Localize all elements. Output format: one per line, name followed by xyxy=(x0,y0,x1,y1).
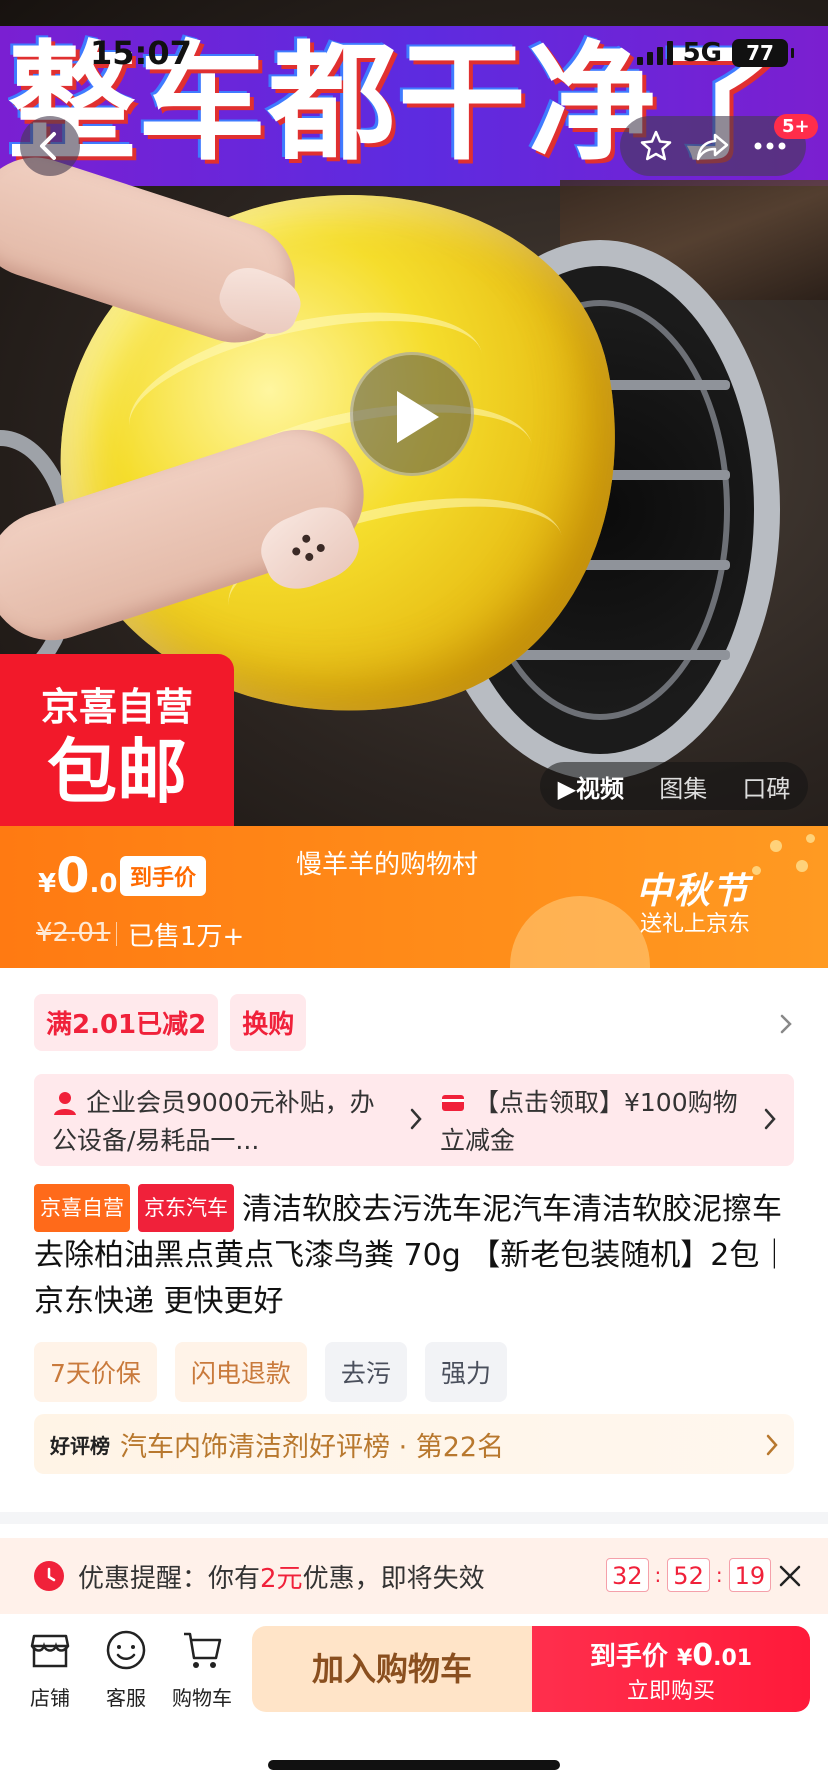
cart-button[interactable]: 购物车 xyxy=(162,1628,242,1711)
feature-strong[interactable]: 强力 xyxy=(424,1342,507,1402)
coupon-text: 企业会员9000元补贴，办公设备/易耗品一... xyxy=(52,1088,375,1155)
chevron-right-icon xyxy=(764,1108,776,1130)
original-price: ¥2.01 xyxy=(36,918,111,948)
coupon-voucher[interactable]: 【点击领取】¥100购物立减金 xyxy=(422,1074,794,1166)
customer-service-icon xyxy=(106,1630,146,1670)
customer-service-label: 客服 xyxy=(106,1686,146,1710)
nail-dot xyxy=(315,542,326,554)
promo-discount[interactable]: 满2.01已减2 xyxy=(34,994,219,1051)
store-label: 店铺 xyxy=(30,1686,70,1710)
ranking-text: 汽车内饰清洁剂好评榜 · 第22名 xyxy=(120,1431,505,1463)
nail-dot xyxy=(304,551,315,563)
jx-shipping-badge: 京喜自营 包邮 xyxy=(0,654,234,826)
user-icon xyxy=(54,1092,76,1115)
chevron-right-icon xyxy=(766,1434,778,1456)
status-indicators: 5G 77 xyxy=(636,38,794,68)
buy-price-line: 到手价 ¥0.01 xyxy=(589,1638,753,1673)
final-price-tag: 到手价 xyxy=(120,856,207,896)
battery-icon: 77 xyxy=(732,39,794,67)
back-button[interactable] xyxy=(20,116,80,176)
network-type: 5G xyxy=(682,38,722,68)
chevron-right-icon[interactable] xyxy=(776,1010,796,1038)
favorite-button[interactable] xyxy=(630,120,682,172)
section-divider xyxy=(0,1512,828,1524)
signal-icon xyxy=(636,41,673,65)
store-button[interactable]: 店铺 xyxy=(10,1628,90,1711)
flower-decoration xyxy=(770,840,782,852)
status-time: 15:07 xyxy=(90,34,192,72)
festival-subtitle: 送礼上京东 xyxy=(640,912,751,937)
star-icon xyxy=(641,130,672,161)
buy-now-button[interactable]: 到手价 ¥0.01 立即购买 xyxy=(532,1626,810,1712)
reminder-text: 优惠提醒：你有2元优惠，即将失效 xyxy=(78,1563,485,1594)
countdown-minutes: 52 xyxy=(667,1558,710,1592)
flower-decoration xyxy=(796,860,808,872)
store-icon xyxy=(30,1634,70,1668)
price-bar: ¥0.01 到手价 ¥2.01 已售1万+ 慢羊羊的购物村 中秋节 送礼上京东 xyxy=(0,826,828,968)
play-video-button[interactable] xyxy=(350,352,474,476)
share-icon xyxy=(696,133,729,161)
nail-dot xyxy=(291,546,302,557)
home-indicator xyxy=(268,1760,560,1770)
countdown-timer: 32 : 52 : 19 xyxy=(606,1558,772,1592)
chevron-left-icon xyxy=(40,132,56,160)
separator xyxy=(116,922,117,946)
nail-dot xyxy=(301,533,312,544)
moon-decoration xyxy=(510,896,650,968)
buy-now-label: 立即购买 xyxy=(626,1679,715,1704)
share-button[interactable] xyxy=(687,120,739,172)
jx-badge-line2: 包邮 xyxy=(47,731,187,813)
tab-gallery[interactable]: 图集 xyxy=(659,769,707,804)
feature-stain-removal[interactable]: 去污 xyxy=(324,1342,407,1402)
customer-service-button[interactable]: 客服 xyxy=(86,1628,166,1711)
jx-badge-line1: 京喜自营 xyxy=(40,685,193,729)
status-bar: 15:07 5G 77 xyxy=(0,0,828,100)
service-tags[interactable]: 7天价保 闪电退款 去污 强力 xyxy=(34,1342,507,1402)
media-tabs: ▶视频 图集 口碑 xyxy=(540,762,808,810)
ranking-banner[interactable]: 好评榜 汽车内饰清洁剂好评榜 · 第22名 xyxy=(34,1414,794,1474)
cart-label: 购物车 xyxy=(172,1686,232,1710)
coupon-enterprise[interactable]: 企业会员9000元补贴，办公设备/易耗品一... xyxy=(34,1074,440,1166)
message-badge: 5+ xyxy=(774,114,818,139)
flower-decoration xyxy=(806,834,815,843)
discount-reminder: 优惠提醒：你有2元优惠，即将失效 32 : 52 : 19 xyxy=(0,1538,828,1614)
add-to-cart-button[interactable]: 加入购物车 xyxy=(252,1626,532,1712)
tag-jd-auto: 京东汽车 xyxy=(138,1184,234,1232)
card-icon xyxy=(442,1095,464,1111)
promo-tags[interactable]: 满2.01已减2 换购 xyxy=(34,994,307,1051)
cart-icon xyxy=(184,1632,222,1668)
tag-jx-self: 京喜自营 xyxy=(34,1184,130,1232)
play-icon xyxy=(397,391,439,443)
coupon-text: 【点击领取】¥100购物立减金 xyxy=(440,1088,738,1155)
more-icon xyxy=(754,142,786,150)
sold-count: 已售1万+ xyxy=(128,922,245,952)
flower-decoration xyxy=(752,866,761,875)
product-title: 京喜自营 京东汽车 清洁软胶去污洗车泥汽车清洁软胶泥擦车去除柏油黑点黄点飞漆鸟粪 7… xyxy=(34,1184,794,1325)
service-price-protect[interactable]: 7天价保 xyxy=(34,1342,157,1402)
shop-name[interactable]: 慢羊羊的购物村 xyxy=(296,844,478,881)
tab-reviews[interactable]: 口碑 xyxy=(742,769,790,804)
close-icon[interactable] xyxy=(776,1562,804,1590)
tab-video[interactable]: ▶视频 xyxy=(558,769,624,804)
service-fast-refund[interactable]: 闪电退款 xyxy=(174,1342,307,1402)
countdown-hours: 32 xyxy=(606,1558,649,1592)
product-gallery[interactable]: 整车都干净了 15:07 5G 77 5+ 京喜自营 包邮 ▶视频 图集 口碑 xyxy=(0,0,828,826)
ranking-label: 好评榜 xyxy=(50,1433,110,1458)
clock-icon xyxy=(34,1561,64,1591)
promo-exchange[interactable]: 换购 xyxy=(230,994,307,1051)
countdown-seconds: 19 xyxy=(728,1558,772,1592)
